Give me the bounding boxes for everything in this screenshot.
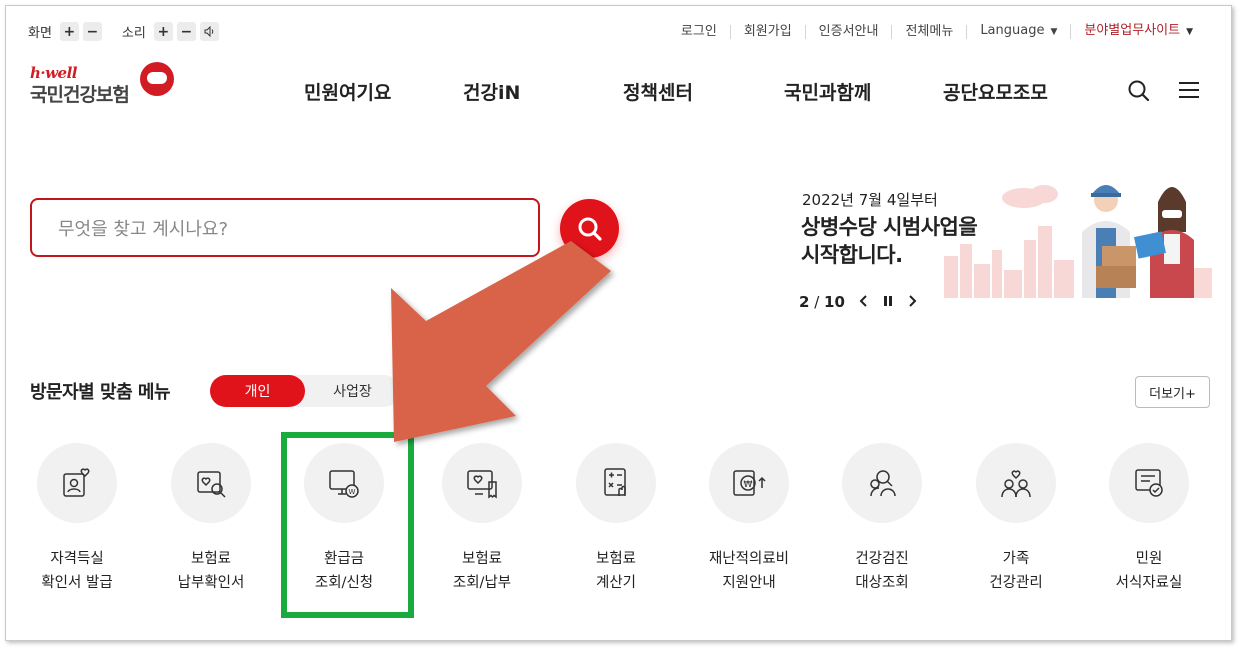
sound-label: 소리 (121, 26, 146, 41)
quick-menu-label-1: 가족 (1002, 551, 1030, 567)
quick-menu-item[interactable]: 가족건강관리 (956, 443, 1076, 595)
pointer-arrow (391, 241, 611, 442)
quick-menu-item[interactable]: ₩ 재난적의료비지원안내 (689, 443, 809, 595)
all-menu-link[interactable]: 전체메뉴 (892, 24, 968, 39)
quick-menu-item[interactable]: 보험료조회/납부 (422, 443, 542, 595)
quick-menu-label-1: 재난적의료비 (708, 551, 790, 567)
quick-menu-item[interactable]: 자격득실확인서 발급 (17, 443, 137, 595)
nav-policy-center[interactable]: 정책센터 (623, 78, 693, 105)
zoom-in-button[interactable]: + (59, 22, 79, 41)
nav-civil-service[interactable]: 민원여기요 (304, 78, 391, 105)
next-slide-icon[interactable] (907, 293, 917, 311)
prev-slide-icon[interactable] (859, 293, 869, 311)
highlight-box (281, 432, 414, 618)
visitor-type-toggle: 개인 사업장 (210, 375, 400, 407)
quick-menu-label-1: 보험료 (461, 551, 503, 567)
banner-controls: 2 / 10 (799, 293, 917, 311)
quick-menu-label-1: 건강검진 (855, 551, 909, 567)
field-sites-label: 분야별업무사이트 (1084, 23, 1181, 38)
quick-menu-label-2: 확인서 발급 (41, 575, 113, 591)
more-button[interactable]: 더보기+ (1135, 376, 1210, 408)
certificate-guide-link[interactable]: 인증서안내 (806, 24, 893, 39)
volume-up-button[interactable]: + (153, 22, 173, 41)
screen-label: 화면 (28, 26, 52, 41)
quick-menu-label-2: 조회/납부 (452, 575, 512, 591)
main-navigation: 민원여기요 건강iN 정책센터 국민과함께 공단요모조모 (6, 78, 1231, 104)
zoom-out-button[interactable]: − (82, 22, 102, 41)
quick-menu-label-2: 건강관리 (989, 575, 1043, 591)
login-link[interactable]: 로그인 (668, 24, 731, 39)
quick-menu-item[interactable]: 보험료계산기 (556, 443, 676, 595)
banner-date: 2022년 7월 4일부터 (802, 191, 938, 209)
svg-text:₩: ₩ (744, 480, 753, 490)
visitor-menu-title: 방문자별 맞춤 메뉴 (30, 382, 171, 403)
search-icon[interactable] (1126, 78, 1152, 104)
accessibility-controls: 화면 + − 소리 + − (28, 22, 223, 41)
calculator-hand-icon (576, 443, 656, 523)
banner-illustration (944, 174, 1212, 298)
quick-menu-label-1: 민원 (1135, 551, 1163, 567)
caret-down-icon: ▼ (1050, 27, 1058, 37)
search-placeholder: 무엇을 찾고 계시나요? (58, 218, 229, 240)
hamburger-menu-icon[interactable] (1179, 82, 1199, 100)
quick-menu-label-2: 대상조회 (855, 575, 909, 591)
nav-with-public[interactable]: 국민과함께 (784, 78, 871, 105)
family-heart-icon (976, 443, 1056, 523)
quick-menu-item[interactable]: 민원서식자료실 (1089, 443, 1209, 595)
field-sites-select[interactable]: 분야별업무사이트 ▼ (1071, 24, 1193, 39)
quick-menu-label-2: 서식자료실 (1115, 575, 1183, 591)
id-card-heart-icon (37, 443, 117, 523)
banner-page-current: 2 (799, 293, 810, 311)
quick-menu-item[interactable]: 건강검진대상조회 (822, 443, 942, 595)
form-check-icon (1109, 443, 1189, 523)
quick-menu-label-2: 지원안내 (722, 575, 776, 591)
tab-personal[interactable]: 개인 (210, 375, 305, 407)
volume-down-button[interactable]: − (176, 22, 196, 41)
document-search-icon (171, 443, 251, 523)
quick-menu-label-1: 자격득실 (50, 551, 104, 567)
banner-page-total: 10 (824, 293, 845, 311)
language-label: Language (980, 23, 1045, 38)
won-wallet-icon: ₩ (709, 443, 789, 523)
language-select[interactable]: Language ▼ (967, 23, 1072, 39)
banner-page-separator: / (809, 293, 825, 311)
browser-frame: 화면 + − 소리 + − 로그인 회원가입 인증서안내 전체메뉴 Langua… (5, 5, 1232, 641)
pause-icon[interactable] (883, 293, 893, 311)
signup-link[interactable]: 회원가입 (731, 24, 806, 39)
quick-menu-label-1: 보험료 (190, 551, 232, 567)
nav-health-in[interactable]: 건강iN (463, 78, 520, 105)
quick-menu-label-2: 납부확인서 (177, 575, 245, 591)
speaker-icon[interactable] (199, 22, 219, 41)
quick-menu-label-2: 계산기 (595, 575, 637, 591)
utility-links: 로그인 회원가입 인증서안내 전체메뉴 Language ▼ 분야별업무사이트 ▼ (668, 24, 1193, 39)
caret-down-icon: ▼ (1186, 27, 1193, 37)
people-search-icon (842, 443, 922, 523)
quick-menu-label-1: 보험료 (595, 551, 637, 567)
nav-about-nhis[interactable]: 공단요모조모 (943, 78, 1048, 105)
monitor-receipt-icon (442, 443, 522, 523)
quick-menu-item[interactable]: 보험료납부확인서 (151, 443, 271, 595)
